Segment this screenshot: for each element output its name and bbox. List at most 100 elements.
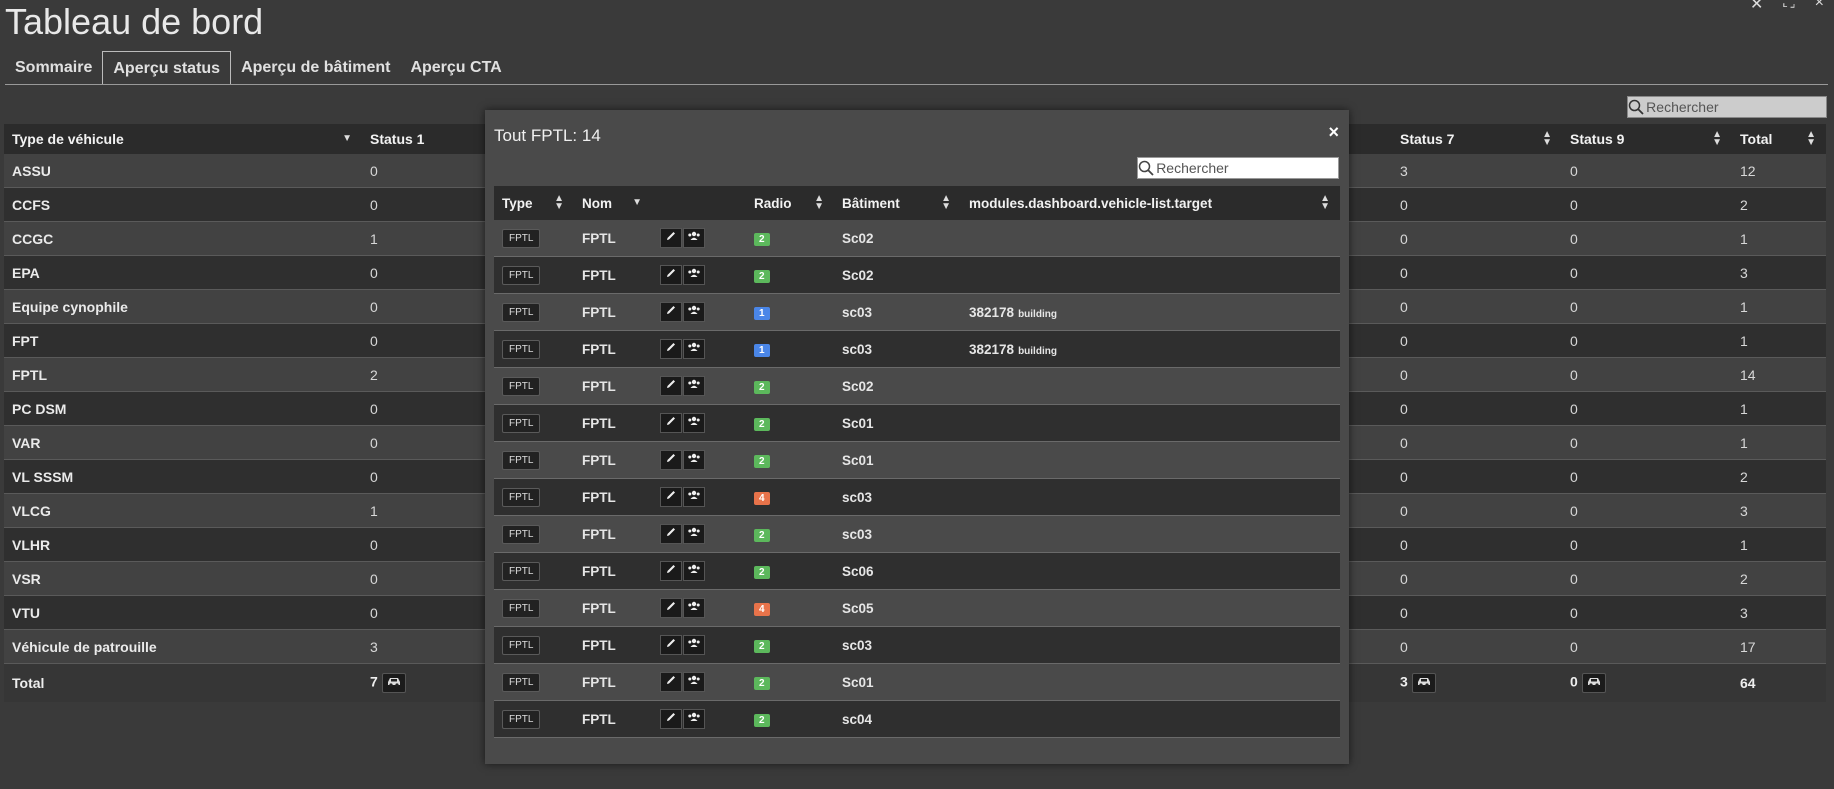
vehicle-type-button[interactable]: FPTL xyxy=(502,561,541,581)
car-icon[interactable] xyxy=(381,673,406,693)
sort-desc-icon[interactable]: ▼ xyxy=(632,198,642,208)
close-window-icon[interactable]: ✕ xyxy=(1750,0,1763,14)
crew-icon[interactable] xyxy=(683,487,705,507)
col-header-total[interactable]: Total ▲ ▼ xyxy=(1732,124,1826,154)
sort-desc-icon[interactable]: ▼ xyxy=(342,134,352,144)
vehicle-name[interactable]: FPTL xyxy=(574,441,652,479)
vehicle-name[interactable]: FPTL xyxy=(574,478,652,516)
vehicle-type-button[interactable]: FPTL xyxy=(502,265,541,285)
building-link[interactable]: sc03 xyxy=(834,330,961,368)
crew-icon[interactable] xyxy=(683,265,705,285)
edit-icon[interactable] xyxy=(660,339,682,359)
sort-icon[interactable]: ▲ ▼ xyxy=(1712,130,1722,148)
vehicle-name[interactable]: FPTL xyxy=(574,256,652,294)
edit-icon[interactable] xyxy=(660,672,682,692)
edit-icon[interactable] xyxy=(660,709,682,729)
edit-icon[interactable] xyxy=(660,228,682,248)
edit-icon[interactable] xyxy=(660,635,682,655)
car-icon[interactable] xyxy=(1411,673,1436,693)
edit-icon[interactable] xyxy=(660,413,682,433)
col-header-batiment[interactable]: Bâtiment ▲ ▼ xyxy=(834,186,961,220)
vehicle-type-button[interactable]: FPTL xyxy=(502,450,541,470)
edit-icon[interactable] xyxy=(660,450,682,470)
building-link[interactable]: Sc05 xyxy=(834,589,961,627)
building-link[interactable]: sc04 xyxy=(834,700,961,738)
vehicle-type-button[interactable]: FPTL xyxy=(502,487,541,507)
building-link[interactable]: sc03 xyxy=(834,293,961,331)
vehicle-name[interactable]: FPTL xyxy=(574,367,652,405)
crew-icon[interactable] xyxy=(683,524,705,544)
edit-icon[interactable] xyxy=(660,487,682,507)
col-header-radio[interactable]: Radio ▲ ▼ xyxy=(746,186,834,220)
col-header-status9[interactable]: Status 9 ▲ ▼ xyxy=(1562,124,1732,154)
col-header-status7[interactable]: Status 7 ▲ ▼ xyxy=(1392,124,1562,154)
tab-apercu-batiment[interactable]: Aperçu de bâtiment xyxy=(231,51,400,85)
building-link[interactable]: Sc02 xyxy=(834,367,961,405)
vehicle-name[interactable]: FPTL xyxy=(574,220,652,257)
building-link[interactable]: sc03 xyxy=(834,626,961,664)
vehicle-type-button[interactable]: FPTL xyxy=(502,635,541,655)
vehicle-name[interactable]: FPTL xyxy=(574,515,652,553)
building-link[interactable]: Sc01 xyxy=(834,404,961,442)
vehicle-name[interactable]: FPTL xyxy=(574,663,652,701)
crew-icon[interactable] xyxy=(683,450,705,470)
car-icon[interactable] xyxy=(1581,673,1606,693)
vehicle-name[interactable]: FPTL xyxy=(574,404,652,442)
crew-icon[interactable] xyxy=(683,339,705,359)
crew-icon[interactable] xyxy=(683,413,705,433)
col-header-type[interactable]: Type ▲ ▼ xyxy=(494,186,574,220)
building-link[interactable]: Sc06 xyxy=(834,552,961,590)
edit-icon[interactable] xyxy=(660,265,682,285)
vehicle-type-button[interactable]: FPTL xyxy=(502,413,541,433)
building-link[interactable]: Sc01 xyxy=(834,663,961,701)
edit-icon[interactable] xyxy=(660,598,682,618)
vehicle-type-button[interactable]: FPTL xyxy=(502,709,541,729)
crew-icon[interactable] xyxy=(683,635,705,655)
col-header-nom[interactable]: Nom ▼ xyxy=(574,186,652,220)
vehicle-type-button[interactable]: FPTL xyxy=(502,598,541,618)
vehicle-type-button[interactable]: FPTL xyxy=(502,376,541,396)
crew-icon[interactable] xyxy=(683,709,705,729)
building-link[interactable]: Sc02 xyxy=(834,220,961,257)
vehicle-type-button[interactable]: FPTL xyxy=(502,339,541,359)
building-link[interactable]: Sc01 xyxy=(834,441,961,479)
edit-icon[interactable] xyxy=(660,524,682,544)
maximize-window-icon[interactable]: ⛶ xyxy=(1783,0,1794,14)
building-link[interactable]: sc03 xyxy=(834,515,961,553)
col-header-target[interactable]: modules.dashboard.vehicle-list.target ▲ ▼ xyxy=(961,186,1340,220)
vehicle-type-button[interactable]: FPTL xyxy=(502,524,541,544)
vehicle-name[interactable]: FPTL xyxy=(574,293,652,331)
crew-icon[interactable] xyxy=(683,376,705,396)
crew-icon[interactable] xyxy=(683,302,705,322)
edit-icon[interactable] xyxy=(660,302,682,322)
sort-icon[interactable]: ▲ ▼ xyxy=(941,194,951,212)
tab-apercu-cta[interactable]: Aperçu CTA xyxy=(400,51,511,85)
tab-sommaire[interactable]: Sommaire xyxy=(5,51,102,85)
crew-icon[interactable] xyxy=(683,228,705,248)
vehicle-type-button[interactable]: FPTL xyxy=(502,228,541,248)
sort-icon[interactable]: ▲ ▼ xyxy=(1806,130,1816,148)
col-header-type[interactable]: Type de véhicule ▼ xyxy=(4,124,362,154)
vehicle-type-button[interactable]: FPTL xyxy=(502,302,541,322)
vehicle-name[interactable]: FPTL xyxy=(574,552,652,590)
sort-icon[interactable]: ▲ ▼ xyxy=(554,194,564,212)
crew-icon[interactable] xyxy=(683,672,705,692)
sort-icon[interactable]: ▲ ▼ xyxy=(814,194,824,212)
building-link[interactable]: Sc02 xyxy=(834,256,961,294)
edit-icon[interactable] xyxy=(660,376,682,396)
vehicle-name[interactable]: FPTL xyxy=(574,626,652,664)
crew-icon[interactable] xyxy=(683,598,705,618)
minimize-window-icon[interactable]: × xyxy=(1815,0,1824,14)
tab-apercu-status[interactable]: Aperçu status xyxy=(102,51,232,85)
vehicle-name[interactable]: FPTL xyxy=(574,330,652,368)
vehicle-name[interactable]: FPTL xyxy=(574,589,652,627)
close-icon[interactable]: × xyxy=(1328,122,1339,143)
vehicle-name[interactable]: FPTL xyxy=(574,700,652,738)
building-link[interactable]: sc03 xyxy=(834,478,961,516)
sort-icon[interactable]: ▲ ▼ xyxy=(1320,194,1330,212)
search-input[interactable] xyxy=(1644,99,1826,115)
modal-search-input[interactable] xyxy=(1154,160,1338,176)
vehicle-type-button[interactable]: FPTL xyxy=(502,672,541,692)
crew-icon[interactable] xyxy=(683,561,705,581)
sort-icon[interactable]: ▲ ▼ xyxy=(1542,130,1552,148)
